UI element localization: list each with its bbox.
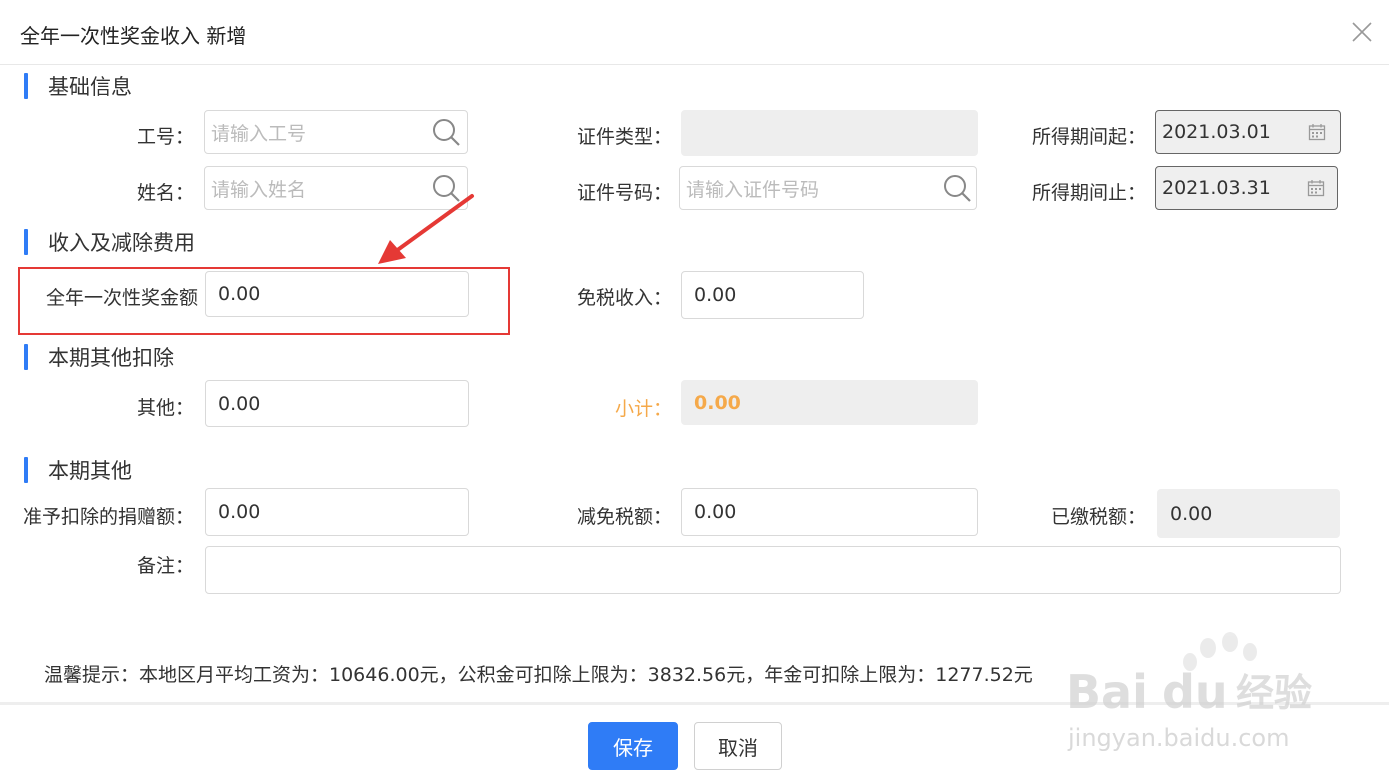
section-title-deduction: 本期其他扣除 — [48, 346, 174, 370]
section-income: 收入及减除费用 — [24, 228, 195, 256]
period-end-label: 所得期间止： — [1031, 182, 1146, 204]
watermark-product: 经验 — [1236, 671, 1312, 715]
dialog-title: 全年一次性奖金收入 新增 — [20, 24, 247, 48]
section-marker — [24, 457, 28, 483]
id-no-placeholder: 请输入证件号码 — [686, 178, 820, 201]
tax-paid-value: 0.00 — [1170, 502, 1213, 525]
section-title-income: 收入及减除费用 — [48, 231, 195, 255]
dialog-header: 全年一次性奖金收入 新增 — [0, 0, 1389, 65]
period-end-date-input[interactable]: 2021.03.31 — [1155, 166, 1338, 210]
name-placeholder: 请输入姓名 — [211, 178, 307, 201]
id-type-label: 证件类型： — [576, 126, 672, 148]
id-no-label: 证件号码： — [576, 182, 672, 204]
annotation-arrow — [378, 194, 474, 264]
emp-no-placeholder: 请输入工号 — [211, 122, 307, 145]
donation-input[interactable]: 0.00 — [205, 488, 469, 536]
search-icon[interactable] — [431, 117, 461, 147]
subtotal-value-box: 0.00 — [681, 380, 978, 425]
section-marker — [24, 229, 28, 255]
watermark-url: jingyan.baidu.com — [1067, 724, 1289, 752]
section-title-other: 本期其他 — [48, 459, 132, 483]
watermark-brand2: du — [1162, 665, 1228, 719]
period-end-value: 2021.03.31 — [1162, 177, 1271, 199]
taxfree-income-input[interactable]: 0.00 — [681, 271, 864, 319]
tax-relief-input[interactable]: 0.00 — [681, 488, 978, 536]
period-start-label: 所得期间起： — [1031, 126, 1146, 148]
footer-divider — [0, 702, 1389, 705]
save-button[interactable]: 保存 — [588, 722, 678, 770]
donation-label: 准予扣除的捐赠额： — [22, 506, 194, 528]
subtotal-value: 0.00 — [694, 391, 741, 414]
watermark-brand: Bai — [1066, 665, 1148, 719]
other-deduction-input[interactable]: 0.00 — [205, 380, 469, 427]
section-deduction: 本期其他扣除 — [24, 343, 174, 371]
tip-text: 温馨提示：本地区月平均工资为：10646.00元，公积金可扣除上限为：3832.… — [44, 664, 1033, 686]
id-no-input[interactable]: 请输入证件号码 — [679, 166, 977, 210]
tax-paid-label: 已缴税额： — [1050, 506, 1146, 528]
emp-no-label: 工号： — [136, 126, 194, 148]
other-deduction-label: 其他： — [136, 397, 194, 419]
remark-label: 备注： — [136, 555, 194, 577]
tax-relief-label: 减免税额： — [576, 506, 672, 528]
highlight-box — [18, 267, 510, 335]
calendar-icon[interactable] — [1307, 179, 1325, 197]
tax-relief-value: 0.00 — [694, 501, 737, 523]
subtotal-label: 小计： — [614, 398, 672, 420]
other-deduction-value: 0.00 — [218, 392, 261, 415]
close-icon[interactable] — [1350, 20, 1374, 44]
section-basic: 基础信息 — [24, 72, 132, 100]
section-other: 本期其他 — [24, 456, 132, 484]
remark-input[interactable] — [205, 546, 1341, 594]
baidu-jingyan-watermark: Bai du 经验 jingyan.baidu.com — [1066, 632, 1312, 752]
tax-paid-input: 0.00 — [1157, 489, 1340, 538]
emp-no-input[interactable]: 请输入工号 — [204, 110, 468, 154]
donation-value: 0.00 — [218, 501, 261, 523]
section-marker — [24, 73, 28, 99]
taxfree-income-value: 0.00 — [694, 284, 737, 306]
period-start-value: 2021.03.01 — [1162, 121, 1271, 143]
name-label: 姓名： — [136, 182, 194, 204]
section-marker — [24, 344, 28, 370]
search-icon[interactable] — [942, 173, 972, 203]
section-title-basic: 基础信息 — [48, 75, 132, 99]
period-start-date-input[interactable]: 2021.03.01 — [1155, 110, 1341, 154]
cancel-button[interactable]: 取消 — [694, 722, 782, 770]
calendar-icon[interactable] — [1308, 123, 1326, 141]
id-type-select[interactable] — [681, 110, 978, 156]
taxfree-income-label: 免税收入： — [576, 287, 672, 309]
